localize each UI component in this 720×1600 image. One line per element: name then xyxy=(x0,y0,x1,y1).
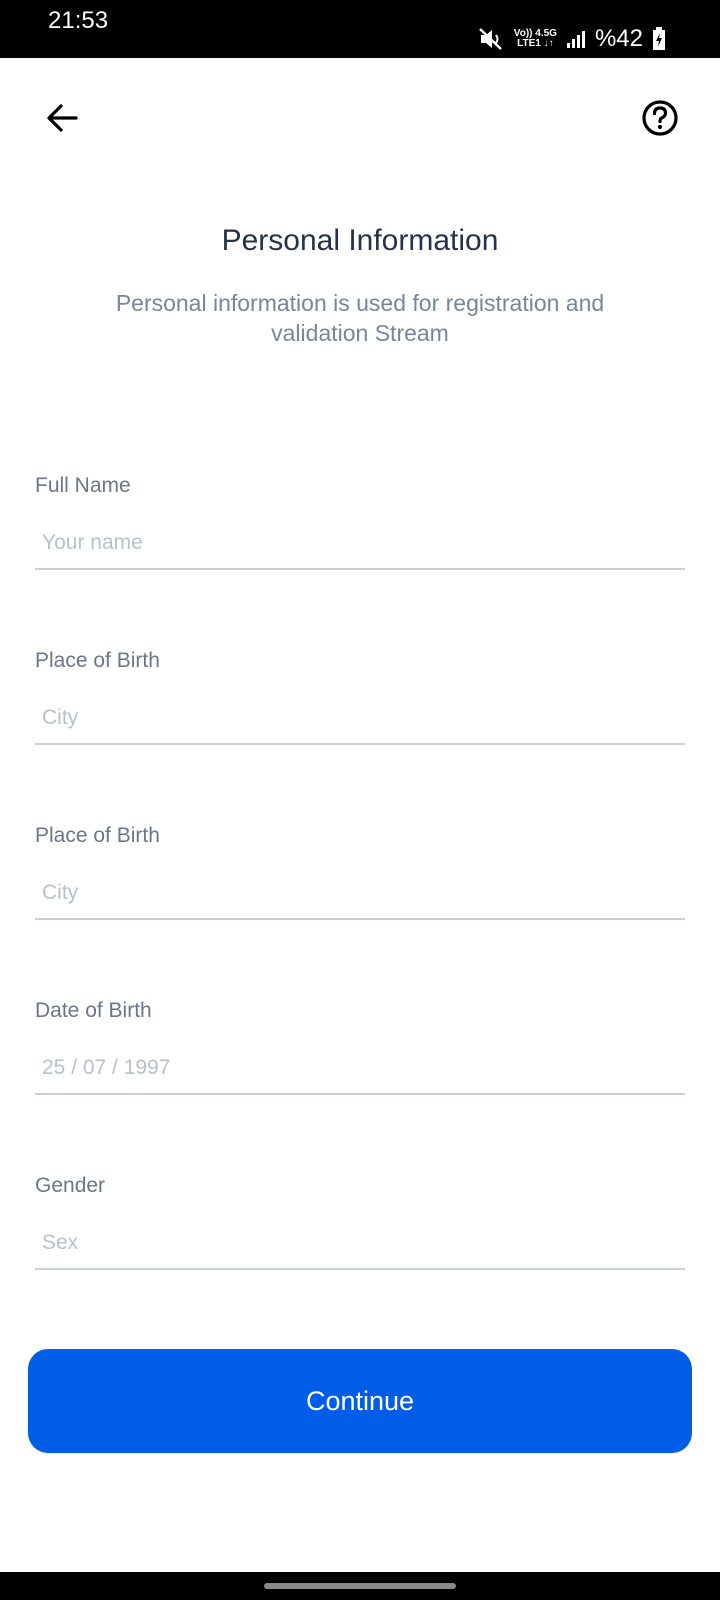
gender-field: Gender xyxy=(35,1174,685,1314)
place-of-birth-label-2: Place of Birth xyxy=(35,824,160,847)
battery-charging-icon xyxy=(653,27,665,50)
top-nav xyxy=(0,58,720,178)
help-button[interactable] xyxy=(640,98,680,138)
place-of-birth-field: Place of Birth xyxy=(35,649,685,789)
home-indicator[interactable] xyxy=(264,1583,456,1589)
place-of-birth-input-2[interactable] xyxy=(35,868,685,920)
place-of-birth-field-2: Place of Birth xyxy=(35,824,685,964)
gender-label: Gender xyxy=(35,1174,106,1197)
date-of-birth-field: Date of Birth xyxy=(35,999,685,1139)
mute-icon xyxy=(478,28,502,50)
network-bottom-text: LTE1 ↓↑ xyxy=(517,38,554,49)
status-bar: 21:53 Vo)) 4.5G LTE1 ↓↑ %42 xyxy=(0,0,720,58)
back-button[interactable] xyxy=(42,98,82,138)
status-icons: Vo)) 4.5G LTE1 ↓↑ %42 xyxy=(478,22,666,56)
status-time: 21:53 xyxy=(48,7,109,34)
question-circle-icon xyxy=(642,100,678,136)
continue-button[interactable]: Continue xyxy=(28,1349,692,1453)
system-nav-bar xyxy=(0,1572,720,1600)
gender-input[interactable] xyxy=(35,1218,685,1270)
page-title: Personal Information xyxy=(221,224,499,257)
place-of-birth-label: Place of Birth xyxy=(35,649,160,672)
date-of-birth-label: Date of Birth xyxy=(35,999,152,1022)
network-indicator: Vo)) 4.5G LTE1 ↓↑ xyxy=(514,29,557,49)
full-name-label: Full Name xyxy=(35,474,131,497)
date-of-birth-input[interactable] xyxy=(35,1043,685,1095)
signal-icon xyxy=(566,31,585,48)
page-subtitle: Personal information is used for registr… xyxy=(115,290,605,346)
place-of-birth-input[interactable] xyxy=(35,693,685,745)
battery-percent: %42 xyxy=(594,25,643,52)
full-name-field: Full Name xyxy=(35,474,685,614)
full-name-input[interactable] xyxy=(35,518,685,570)
arrow-left-icon xyxy=(47,104,78,132)
